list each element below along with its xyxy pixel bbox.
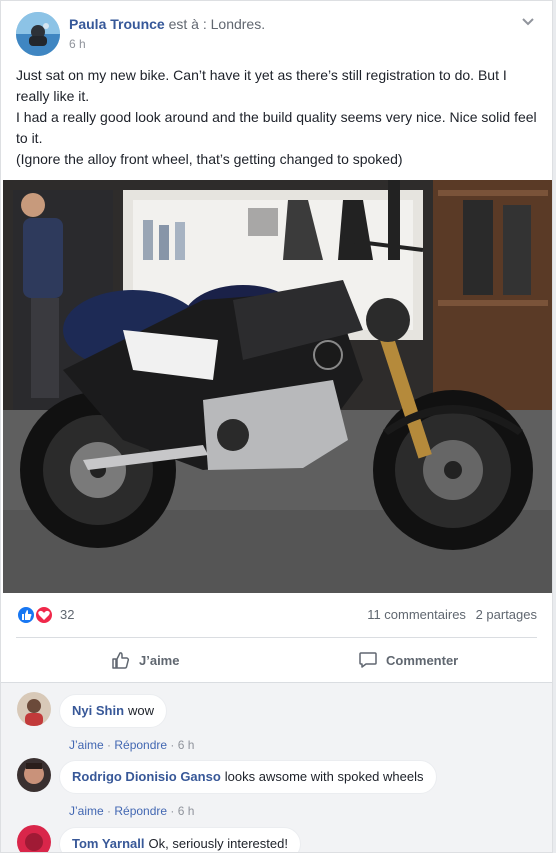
- shares-count[interactable]: 2 partages: [476, 607, 537, 622]
- post-text-line: Just sat on my new bike. Can’t have it y…: [16, 67, 507, 104]
- commenter-name[interactable]: Rodrigo Dionisio Ganso: [72, 769, 221, 784]
- post-photo[interactable]: [3, 180, 552, 593]
- author-name[interactable]: Paula Trounce: [69, 16, 165, 32]
- comment-reply-link[interactable]: Répondre: [114, 738, 167, 752]
- commenter-avatar[interactable]: [17, 758, 51, 792]
- comment-bubble: Rodrigo Dionisio Ganso looks awsome with …: [59, 760, 437, 794]
- thumbs-up-icon: [112, 652, 130, 669]
- comment-reply-link[interactable]: Répondre: [114, 804, 167, 818]
- comment-text: wow: [128, 703, 155, 718]
- comment-like-link[interactable]: J’aime: [69, 738, 104, 752]
- location-prefix: est à :: [168, 16, 207, 32]
- comment-text: Ok, seriously interested!: [148, 836, 288, 851]
- commenter-name[interactable]: Nyi Shin: [72, 703, 124, 718]
- comment-button[interactable]: Commenter: [358, 649, 458, 671]
- like-reaction-icon[interactable]: [16, 605, 36, 625]
- post-stats: 32 11 commentaires 2 partages: [16, 602, 537, 628]
- reaction-count[interactable]: 32: [60, 607, 74, 622]
- comments-count[interactable]: 11 commentaires: [367, 607, 466, 622]
- love-reaction-icon[interactable]: [34, 605, 54, 625]
- speech-bubble-icon: [359, 652, 377, 668]
- stats-right: 11 commentaires 2 partages: [361, 607, 537, 622]
- comment-time[interactable]: 6 h: [178, 738, 195, 752]
- comment-button-label: Commenter: [386, 652, 459, 668]
- comments-section: Nyi Shin wow J’aime · Répondre · 6 h Rodr…: [1, 682, 552, 852]
- divider: [16, 637, 537, 638]
- post-text-line: I had a really good look around and the …: [16, 109, 537, 146]
- comment-time[interactable]: 6 h: [178, 804, 195, 818]
- post-card: Paula Trounce est à : Londres. 6 h Just …: [0, 0, 553, 853]
- comment-meta: J’aime · Répondre · 6 h: [69, 804, 195, 818]
- action-bar: J’aime Commenter: [16, 641, 537, 679]
- author-avatar[interactable]: [16, 12, 60, 56]
- comment-bubble: Nyi Shin wow: [59, 694, 168, 728]
- comment-bubble: Tom Yarnall Ok, seriously interested!: [59, 827, 301, 852]
- commenter-avatar[interactable]: [17, 825, 51, 852]
- chevron-down-icon[interactable]: [521, 14, 535, 28]
- post-text: Just sat on my new bike. Can’t have it y…: [16, 65, 541, 170]
- comment-text: looks awsome with spoked wheels: [224, 769, 424, 784]
- comment-meta: J’aime · Répondre · 6 h: [69, 738, 195, 752]
- comment-like-link[interactable]: J’aime: [69, 804, 104, 818]
- location-link[interactable]: Londres.: [211, 16, 265, 32]
- like-button[interactable]: J’aime: [111, 649, 179, 671]
- post-header: Paula Trounce est à : Londres. 6 h: [16, 12, 537, 56]
- commenter-avatar[interactable]: [17, 692, 51, 726]
- post-time[interactable]: 6 h: [69, 37, 265, 51]
- like-button-label: J’aime: [139, 652, 180, 668]
- commenter-name[interactable]: Tom Yarnall: [72, 836, 145, 851]
- header-text: Paula Trounce est à : Londres. 6 h: [69, 15, 265, 51]
- post-text-line: (Ignore the alloy front wheel, that’s ge…: [16, 151, 403, 167]
